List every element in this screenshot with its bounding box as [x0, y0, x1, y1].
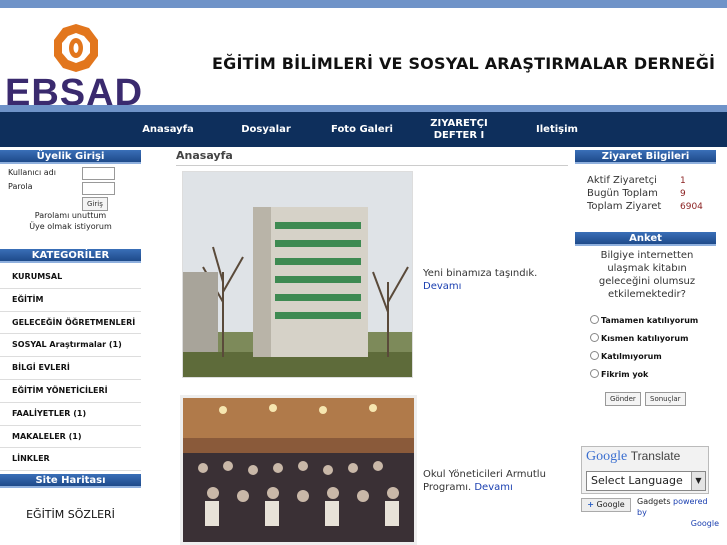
google-translate-widget: Google Translate Select Language ▼: [581, 446, 709, 494]
poll-question: Bilgiye internetten ulaşmak kitabın gele…: [598, 250, 696, 300]
password-input[interactable]: [82, 182, 115, 195]
poll-vote-button[interactable]: Gönder: [605, 392, 641, 406]
main-content: Anasayfa Yeni binamıza taşındık. Devamı: [170, 147, 570, 545]
site-header: EBSAD EĞİTİM BİLİMLERİ VE SOSYAL ARAŞTIR…: [0, 8, 727, 114]
nav-guestbook[interactable]: ZIYARETÇI DEFTER I: [409, 118, 509, 142]
category-item[interactable]: FAALİYETLER (1): [0, 403, 141, 426]
login-form: Kullanıcı adı Parola Giriş Parolamı unut…: [0, 164, 141, 249]
ebsad-logo-mark: EBSAD: [5, 24, 143, 114]
conference-photo[interactable]: [180, 395, 417, 545]
poll-title: Anket: [575, 232, 716, 246]
stat-label: Toplam Ziyaret: [587, 201, 662, 212]
sitemap-title: Site Haritası: [0, 474, 141, 489]
radio-icon[interactable]: [590, 333, 599, 342]
poll-option[interactable]: Tamamen katılıyorum: [590, 315, 698, 325]
chevron-down-icon[interactable]: ▼: [691, 472, 705, 490]
poll-option[interactable]: Fikrim yok: [590, 369, 648, 379]
gadgets-credit: Gadgets powered by Google: [637, 497, 719, 529]
page-title: Anasayfa: [176, 149, 233, 162]
language-select[interactable]: Select Language ▼: [586, 471, 706, 491]
nav-files[interactable]: Dosyalar: [238, 124, 294, 136]
poll-option[interactable]: Katılmıyorum: [590, 351, 662, 361]
ebsad-logo[interactable]: EBSAD: [4, 20, 150, 114]
radio-icon[interactable]: [590, 315, 599, 324]
google-plus-badge[interactable]: + Google: [581, 498, 631, 512]
radio-icon[interactable]: [590, 351, 599, 360]
stat-label: Bugün Toplam: [587, 188, 658, 199]
stat-value: 9: [680, 189, 686, 199]
nav-contact[interactable]: Iletişim: [533, 124, 581, 136]
category-item[interactable]: MAKALELER (1): [0, 426, 141, 449]
category-list: KURUMSAL EĞİTİM GELECEĞİN ÖĞRETMENLERİ S…: [0, 266, 141, 472]
stat-value: 6904: [680, 202, 703, 212]
sitemap-link[interactable]: EĞİTİM SÖZLERİ: [0, 508, 141, 521]
read-more-link[interactable]: Devamı: [423, 281, 461, 292]
nav-photo-gallery[interactable]: Foto Galeri: [328, 124, 396, 136]
translate-brand: Google Translate: [586, 449, 681, 464]
post-text: Yeni binamıza taşındık.: [423, 268, 538, 279]
category-item[interactable]: EĞİTİM: [0, 289, 141, 312]
plus-icon: +: [587, 500, 594, 509]
password-label: Parola: [8, 182, 33, 191]
category-item[interactable]: BİLGİ EVLERİ: [0, 357, 141, 380]
stat-label: Aktif Ziyaretçi: [587, 175, 657, 186]
main-nav: Anasayfa Dosyalar Foto Galeri ZIYARETÇI …: [0, 112, 727, 147]
username-label: Kullanıcı adı: [8, 168, 56, 177]
left-sidebar: Üyelik Girişi Kullanıcı adı Parola Giriş…: [0, 147, 141, 545]
category-item[interactable]: EĞİTİM YÖNETİCİLERİ: [0, 380, 141, 403]
stat-value: 1: [680, 176, 686, 186]
register-link[interactable]: Üye olmak istiyorum: [0, 222, 141, 231]
forgot-password-link[interactable]: Parolamı unuttum: [0, 211, 141, 220]
header-separator: [0, 105, 727, 112]
poll-option[interactable]: Kısmen katılıyorum: [590, 333, 688, 343]
title-divider: [176, 165, 568, 166]
categories-title: KATEGORİLER: [0, 249, 141, 263]
poll-results-button[interactable]: Sonuçlar: [645, 392, 686, 406]
category-item[interactable]: LİNKLER: [0, 448, 141, 472]
nav-home[interactable]: Anasayfa: [140, 124, 196, 136]
post-caption: Okul Yöneticileri Armutlu Programı. Deva…: [423, 468, 563, 494]
site-title: EĞİTİM BİLİMLERİ VE SOSYAL ARAŞTIRMALAR …: [212, 54, 716, 73]
login-button[interactable]: Giriş: [82, 197, 108, 211]
username-input[interactable]: [82, 167, 115, 180]
building-photo[interactable]: [182, 171, 413, 378]
radio-icon[interactable]: [590, 369, 599, 378]
category-item[interactable]: KURUMSAL: [0, 266, 141, 289]
top-accent-bar: [0, 0, 727, 8]
visitors-title: Ziyaret Bilgileri: [575, 150, 716, 164]
post-caption: Yeni binamıza taşındık. Devamı: [423, 267, 563, 293]
login-box-title: Üyelik Girişi: [0, 150, 141, 164]
category-item[interactable]: SOSYAL Araştırmalar (1): [0, 334, 141, 358]
read-more-link[interactable]: Devamı: [474, 482, 512, 493]
google-logo: Google: [586, 449, 628, 464]
svg-text:EBSAD: EBSAD: [5, 72, 143, 108]
category-item[interactable]: GELECEĞİN ÖĞRETMENLERİ: [0, 312, 141, 335]
google-link[interactable]: Google: [637, 518, 719, 529]
